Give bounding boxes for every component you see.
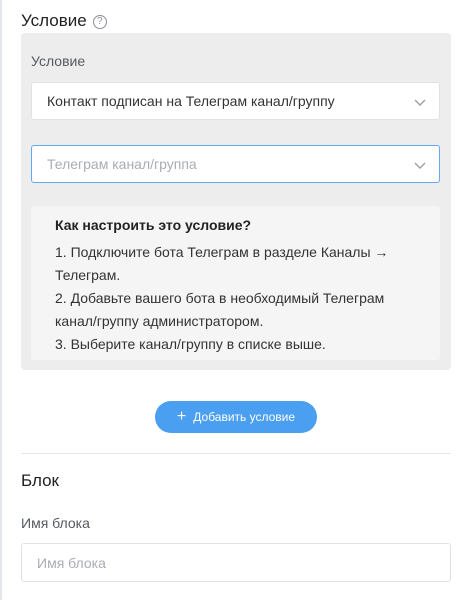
telegram-channel-select[interactable]: Телеграм канал/группа [31, 145, 440, 183]
condition-label: Условие [31, 53, 86, 69]
question-circle-icon[interactable]: ? [92, 14, 107, 29]
telegram-channel-placeholder: Телеграм канал/группа [47, 156, 197, 172]
add-condition-button[interactable]: + Добавить условие [155, 401, 317, 433]
condition-select[interactable]: Контакт подписан на Телеграм канал/групп… [31, 82, 440, 120]
block-name-label: Имя блока [21, 515, 90, 531]
add-condition-label: Добавить условие [193, 410, 296, 424]
block-section-title: Блок [21, 471, 59, 490]
chevron-down-icon [414, 162, 426, 169]
condition-help-title: Как настроить это условие? [55, 217, 252, 233]
block-name-input[interactable] [21, 543, 451, 582]
condition-panel: Условие Контакт подписан на Телеграм кан… [21, 33, 451, 370]
chevron-down-icon [414, 99, 426, 106]
condition-help-step: 3. Выберите канал/группу в списке выше. [55, 336, 326, 352]
condition-section-header: Условие ? [21, 9, 107, 33]
left-border [0, 0, 2, 600]
condition-help-box: Как настроить это условие? 1. Подключите… [31, 206, 440, 360]
condition-select-value: Контакт подписан на Телеграм канал/групп… [47, 93, 335, 109]
section-divider [21, 453, 451, 454]
condition-help-step: 2. Добавьте вашего бота в необходимый Те… [55, 290, 385, 329]
condition-help-step: 1. Подключите бота Телеграм в разделе Ка… [55, 244, 389, 283]
plus-icon: + [176, 408, 187, 425]
condition-section-title: Условие [21, 11, 87, 30]
